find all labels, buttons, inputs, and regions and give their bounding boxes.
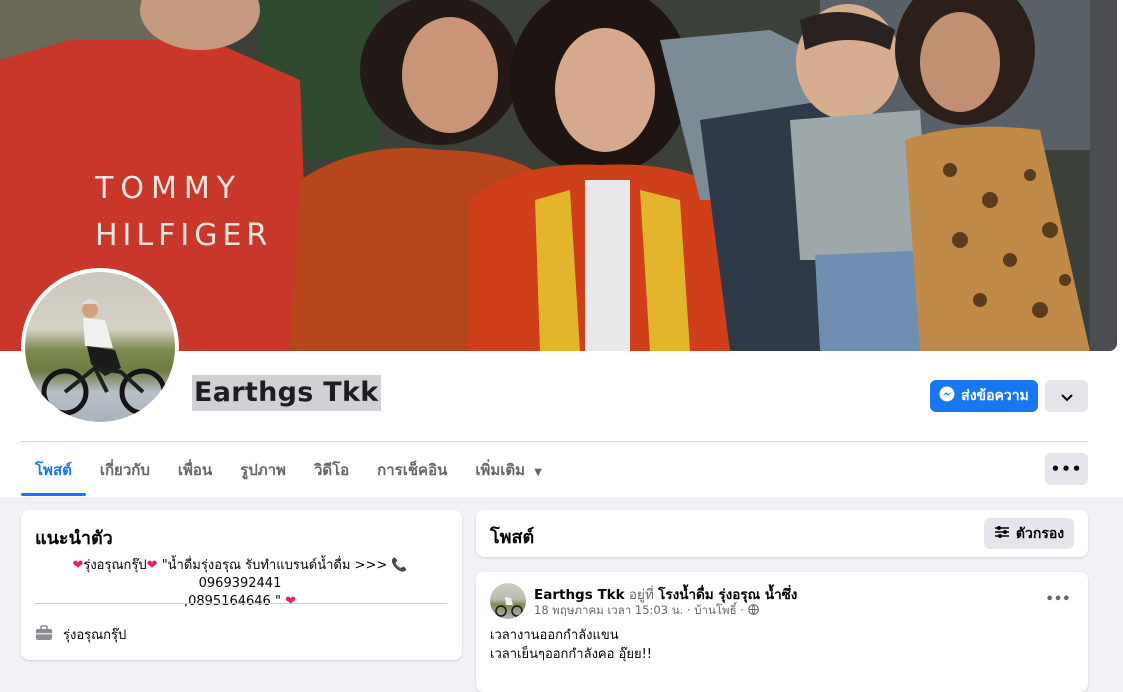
ellipsis-icon: ••• <box>1050 460 1083 478</box>
intro-divider <box>35 603 447 604</box>
filter-button[interactable]: ตัวกรอง <box>984 518 1074 549</box>
post-author-name[interactable]: Earthgs Tkk <box>534 587 625 603</box>
tab-more[interactable]: เพิ่มเติม ▼ <box>461 452 556 496</box>
tab-label: วิดีโอ <box>313 461 350 479</box>
post-author-avatar[interactable] <box>490 583 526 619</box>
profile-avatar-image <box>25 272 175 422</box>
intro-title: แนะนำตัว <box>35 528 113 549</box>
tab-label: เพื่อน <box>177 461 213 479</box>
work-place-link[interactable]: รุ่งอรุณกรุ๊ป <box>63 624 126 645</box>
header-divider <box>21 441 1088 442</box>
profile-avatar[interactable] <box>21 268 179 426</box>
post-options-button[interactable]: ••• <box>1042 584 1074 614</box>
chevron-down-icon <box>1061 387 1073 406</box>
tab-about[interactable]: เกี่ยวกับ <box>86 452 164 496</box>
post-text-line: เวลางานออกกำลังแขน <box>490 628 619 643</box>
posts-header-card: โพสต์ ตัวกรอง <box>476 510 1088 557</box>
post-at-word: อยู่ที่ <box>628 587 654 603</box>
filter-label: ตัวกรอง <box>1015 525 1065 542</box>
globe-icon <box>748 604 759 618</box>
tab-friends[interactable]: เพื่อน <box>164 452 226 496</box>
post-text-line: เวลาเย็นๆออกกำลังคอ อุ๊ยย!! <box>490 647 653 662</box>
send-message-label: ส่งข้อความ <box>961 388 1029 404</box>
tab-checkins[interactable]: การเช็คอิน <box>363 452 461 496</box>
tab-photos[interactable]: รูปภาพ <box>226 452 300 496</box>
posts-title: โพสต์ <box>490 527 535 548</box>
intro-work-row: รุ่งอรุณกรุ๊ป <box>35 624 126 645</box>
ellipsis-icon: ••• <box>1045 591 1071 607</box>
briefcase-icon <box>35 624 53 645</box>
intro-card: แนะนำตัว ❤รุ่งอรุณกรุ๊ป❤ "น้ำดื่มรุ่งอรุ… <box>21 510 462 660</box>
profile-tabs: โพสต์ เกี่ยวกับ เพื่อน รูปภาพ วิดีโอ การ… <box>21 452 556 496</box>
heart-icon: ❤ <box>72 558 84 573</box>
bio-phone: 0969392441 <box>198 576 282 591</box>
filter-sliders-icon <box>994 525 1010 543</box>
bio-text: "น้ำดื่มรุ่งอรุณ รับทำแบรนด์น้ำดื่ม >>> <box>161 558 388 573</box>
post-text: เวลางานออกกำลังแขน เวลาเย็นๆออกกำลังคอ อ… <box>490 626 652 664</box>
tab-label: การเช็คอิน <box>377 461 448 479</box>
bio-phone-2: ,0895164646 " <box>183 594 281 609</box>
more-options-button[interactable]: ••• <box>1045 453 1088 485</box>
cover-photo-image: TOMMY HILFIGER <box>0 0 1117 351</box>
cover-shirt-text-2: HILFIGER <box>95 218 272 253</box>
post-card: Earthgs Tkk อยู่ที่ โรงน้ำดื่ม รุ่งอรุณ … <box>476 572 1088 692</box>
heart-icon: ❤ <box>146 558 158 573</box>
tab-label: รูปภาพ <box>240 461 286 479</box>
messenger-icon <box>939 386 955 406</box>
tab-label: เพิ่มเติม <box>475 461 526 479</box>
profile-name: Earthgs Tkk <box>192 375 381 411</box>
tab-label: เกี่ยวกับ <box>99 461 150 479</box>
profile-actions-dropdown-button[interactable] <box>1045 380 1088 412</box>
post-timestamp[interactable]: 18 พฤษภาคม เวลา 15:03 น. · บ้านโพธิ์ · <box>534 602 744 620</box>
bio-company: รุ่งอรุณกรุ๊ป <box>83 558 147 573</box>
tab-label: โพสต์ <box>35 461 72 479</box>
post-meta: 18 พฤษภาคม เวลา 15:03 น. · บ้านโพธิ์ · <box>534 602 759 620</box>
cover-photo[interactable]: TOMMY HILFIGER <box>0 0 1117 351</box>
heart-icon: ❤ <box>285 594 296 609</box>
tab-videos[interactable]: วิดีโอ <box>300 452 363 496</box>
send-message-button[interactable]: ส่งข้อความ <box>930 380 1038 412</box>
caret-down-icon: ▼ <box>534 467 542 478</box>
cover-shirt-text-1: TOMMY <box>94 171 242 206</box>
post-place-link[interactable]: โรงน้ำดื่ม รุ่งอรุณ น้ำซึ่ง <box>658 587 797 603</box>
tab-posts[interactable]: โพสต์ <box>21 452 86 496</box>
phone-icon: 📞 <box>391 558 408 573</box>
